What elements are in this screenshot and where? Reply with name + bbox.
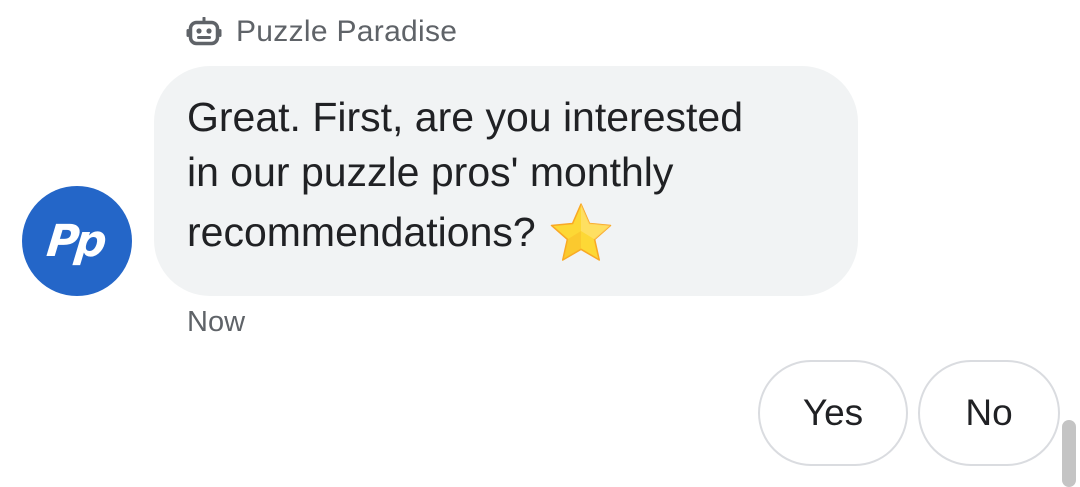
message-timestamp: Now — [187, 306, 246, 338]
star-icon — [550, 203, 611, 261]
scrollbar-thumb[interactable] — [1062, 420, 1076, 487]
message-text-block: Great. First, are you interested in our … — [187, 90, 828, 266]
sender-name: Puzzle Paradise — [236, 15, 458, 48]
sender-header: Puzzle Paradise — [186, 10, 457, 54]
bot-icon — [186, 17, 222, 46]
suggestion-no-button[interactable]: No — [918, 360, 1060, 466]
suggestion-yes-button[interactable]: Yes — [758, 360, 908, 466]
avatar[interactable]: Pp — [22, 186, 132, 296]
message-bubble: Great. First, are you interested in our … — [154, 66, 858, 296]
chat-screen: Puzzle Paradise Pp Great. First, are you… — [0, 0, 1080, 487]
message-text: Great. First, are you interested in our … — [187, 94, 744, 255]
avatar-initials: Pp — [44, 215, 106, 267]
